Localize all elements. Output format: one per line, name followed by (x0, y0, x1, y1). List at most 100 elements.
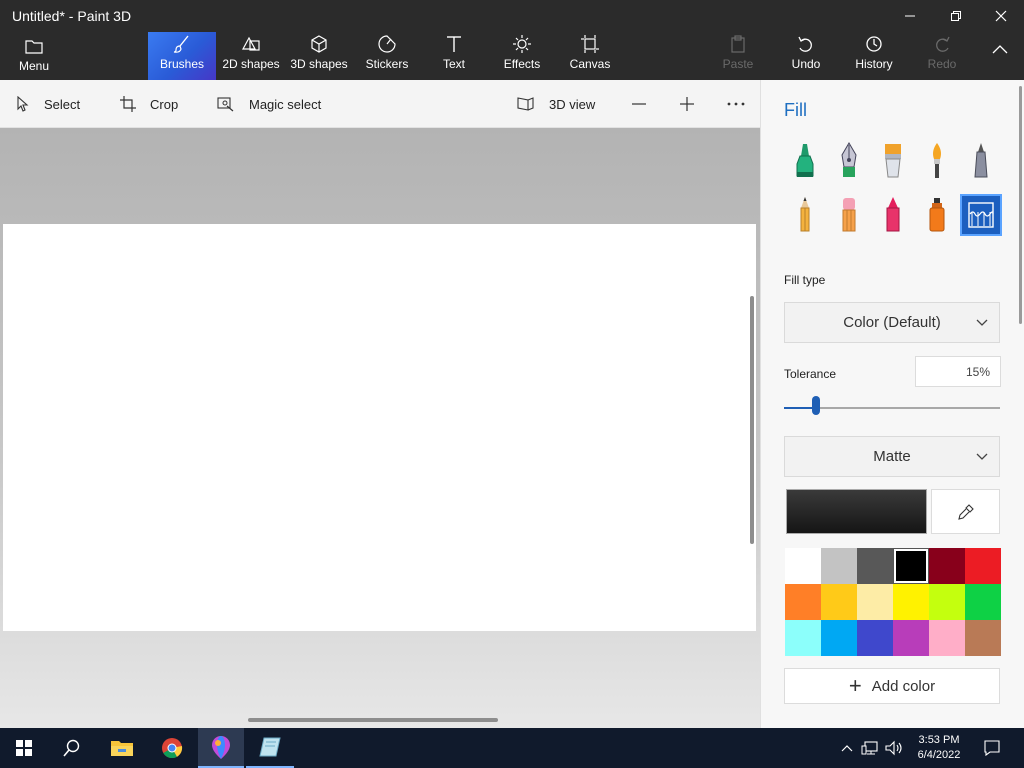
text-button[interactable]: Text (430, 32, 478, 80)
add-color-label: Add color (871, 677, 936, 695)
crayon-icon (886, 197, 900, 232)
snipping-tool-icon (259, 737, 281, 757)
redo-button[interactable]: Redo (920, 32, 964, 80)
network-icon (861, 741, 878, 755)
history-label: History (855, 57, 893, 71)
plus-icon (680, 97, 694, 111)
crayon-brush[interactable] (872, 194, 914, 236)
add-color-button[interactable]: + Add color (784, 668, 1000, 704)
sun-icon (513, 35, 531, 53)
finish-dropdown[interactable]: Matte (784, 436, 1000, 477)
color-swatch[interactable] (893, 548, 929, 584)
tolerance-input[interactable]: 15% (915, 356, 1001, 387)
magic-select-button[interactable]: Magic select (217, 80, 321, 128)
select-button[interactable]: Select (16, 80, 80, 128)
eraser-brush[interactable] (828, 194, 870, 236)
stickers-button[interactable]: Stickers (360, 32, 414, 80)
minimize-button[interactable] (887, 0, 933, 32)
chrome-button[interactable] (148, 728, 196, 768)
color-swatch[interactable] (893, 584, 929, 620)
volume-button[interactable] (882, 728, 906, 768)
clock-date: 6/4/2022 (917, 749, 961, 761)
vertical-scrollbar[interactable] (750, 296, 754, 544)
workspace[interactable] (0, 128, 760, 728)
file-explorer-button[interactable] (98, 728, 146, 768)
undo-label: Undo (791, 57, 821, 71)
color-swatch[interactable] (929, 548, 965, 584)
3d-view-button[interactable]: 3D view (517, 80, 595, 128)
color-swatch[interactable] (821, 548, 857, 584)
brushes-button[interactable]: Brushes (148, 32, 216, 80)
clock-time: 3:53 PM (918, 734, 960, 746)
canvas-button[interactable]: Canvas (566, 32, 614, 80)
clock[interactable]: 3:53 PM 6/4/2022 (912, 728, 966, 768)
3d-shapes-button[interactable]: 3D shapes (289, 32, 349, 80)
fill-type-value: Color (Default) (843, 314, 941, 331)
watercolor-brush[interactable] (916, 140, 958, 182)
redo-label: Redo (927, 57, 957, 71)
chrome-icon (162, 738, 183, 759)
current-color-swatch[interactable] (786, 489, 927, 534)
network-button[interactable] (858, 728, 882, 768)
color-swatch[interactable] (929, 584, 965, 620)
tool-options-bar: Select Crop Magic select 3D view (0, 80, 760, 128)
calligraphy-pen-icon (841, 142, 857, 177)
file-explorer-icon (111, 741, 133, 756)
oil-brush[interactable] (872, 140, 914, 182)
color-swatch[interactable] (965, 548, 1001, 584)
fill-brush[interactable] (960, 194, 1002, 236)
notification-button[interactable] (976, 728, 1008, 768)
undo-button[interactable]: Undo (783, 32, 829, 80)
menu-button[interactable]: Menu (10, 34, 58, 82)
canvas-label: Canvas (569, 57, 611, 71)
paint-3d-taskbar-button[interactable] (198, 728, 244, 768)
marker-brush[interactable] (784, 140, 826, 182)
window-title: Untitled* - Paint 3D (12, 8, 132, 24)
pencil-icon (800, 197, 810, 232)
brushes-label: Brushes (159, 57, 205, 71)
effects-button[interactable]: Effects (498, 32, 546, 80)
zoom-out-button[interactable] (630, 80, 648, 128)
color-swatch[interactable] (857, 620, 893, 656)
chevron-up-icon (841, 745, 853, 752)
history-button[interactable]: History (848, 32, 900, 80)
search-button[interactable] (48, 728, 96, 768)
show-hidden-icons-button[interactable] (836, 728, 858, 768)
snipping-tool-button[interactable] (246, 728, 294, 768)
color-swatch[interactable] (857, 584, 893, 620)
stickers-label: Stickers (365, 57, 409, 71)
color-swatch[interactable] (929, 620, 965, 656)
color-swatch[interactable] (965, 584, 1001, 620)
color-swatch[interactable] (785, 548, 821, 584)
paste-label: Paste (722, 57, 754, 71)
color-swatch[interactable] (785, 584, 821, 620)
chevron-down-icon (976, 319, 988, 326)
close-button[interactable] (978, 0, 1024, 32)
color-swatch[interactable] (821, 584, 857, 620)
eyedropper-icon (957, 503, 974, 520)
color-swatch[interactable] (965, 620, 1001, 656)
2d-shapes-label: 2D shapes (222, 57, 280, 71)
2d-shapes-button[interactable]: 2D shapes (219, 32, 283, 80)
eyedropper-button[interactable] (931, 489, 1000, 534)
panel-scrollbar[interactable] (1019, 86, 1022, 324)
color-palette (785, 548, 1001, 656)
crop-button[interactable]: Crop (120, 80, 178, 128)
start-button[interactable] (0, 728, 48, 768)
tolerance-slider-thumb[interactable] (812, 396, 820, 415)
horizontal-scrollbar[interactable] (248, 718, 498, 722)
color-swatch[interactable] (821, 620, 857, 656)
color-swatch[interactable] (893, 620, 929, 656)
more-options-button[interactable] (726, 80, 746, 128)
pencil-brush[interactable] (784, 194, 826, 236)
calligraphy-pen-brush[interactable] (828, 140, 870, 182)
drawing-canvas[interactable] (3, 224, 756, 631)
zoom-in-button[interactable] (678, 80, 696, 128)
color-swatch[interactable] (857, 548, 893, 584)
fill-type-dropdown[interactable]: Color (Default) (784, 302, 1000, 343)
restore-button[interactable] (933, 0, 979, 32)
paste-button[interactable]: Paste (716, 32, 760, 80)
spray-can-brush[interactable] (916, 194, 958, 236)
pixel-pen-brush[interactable] (960, 140, 1002, 182)
color-swatch[interactable] (785, 620, 821, 656)
